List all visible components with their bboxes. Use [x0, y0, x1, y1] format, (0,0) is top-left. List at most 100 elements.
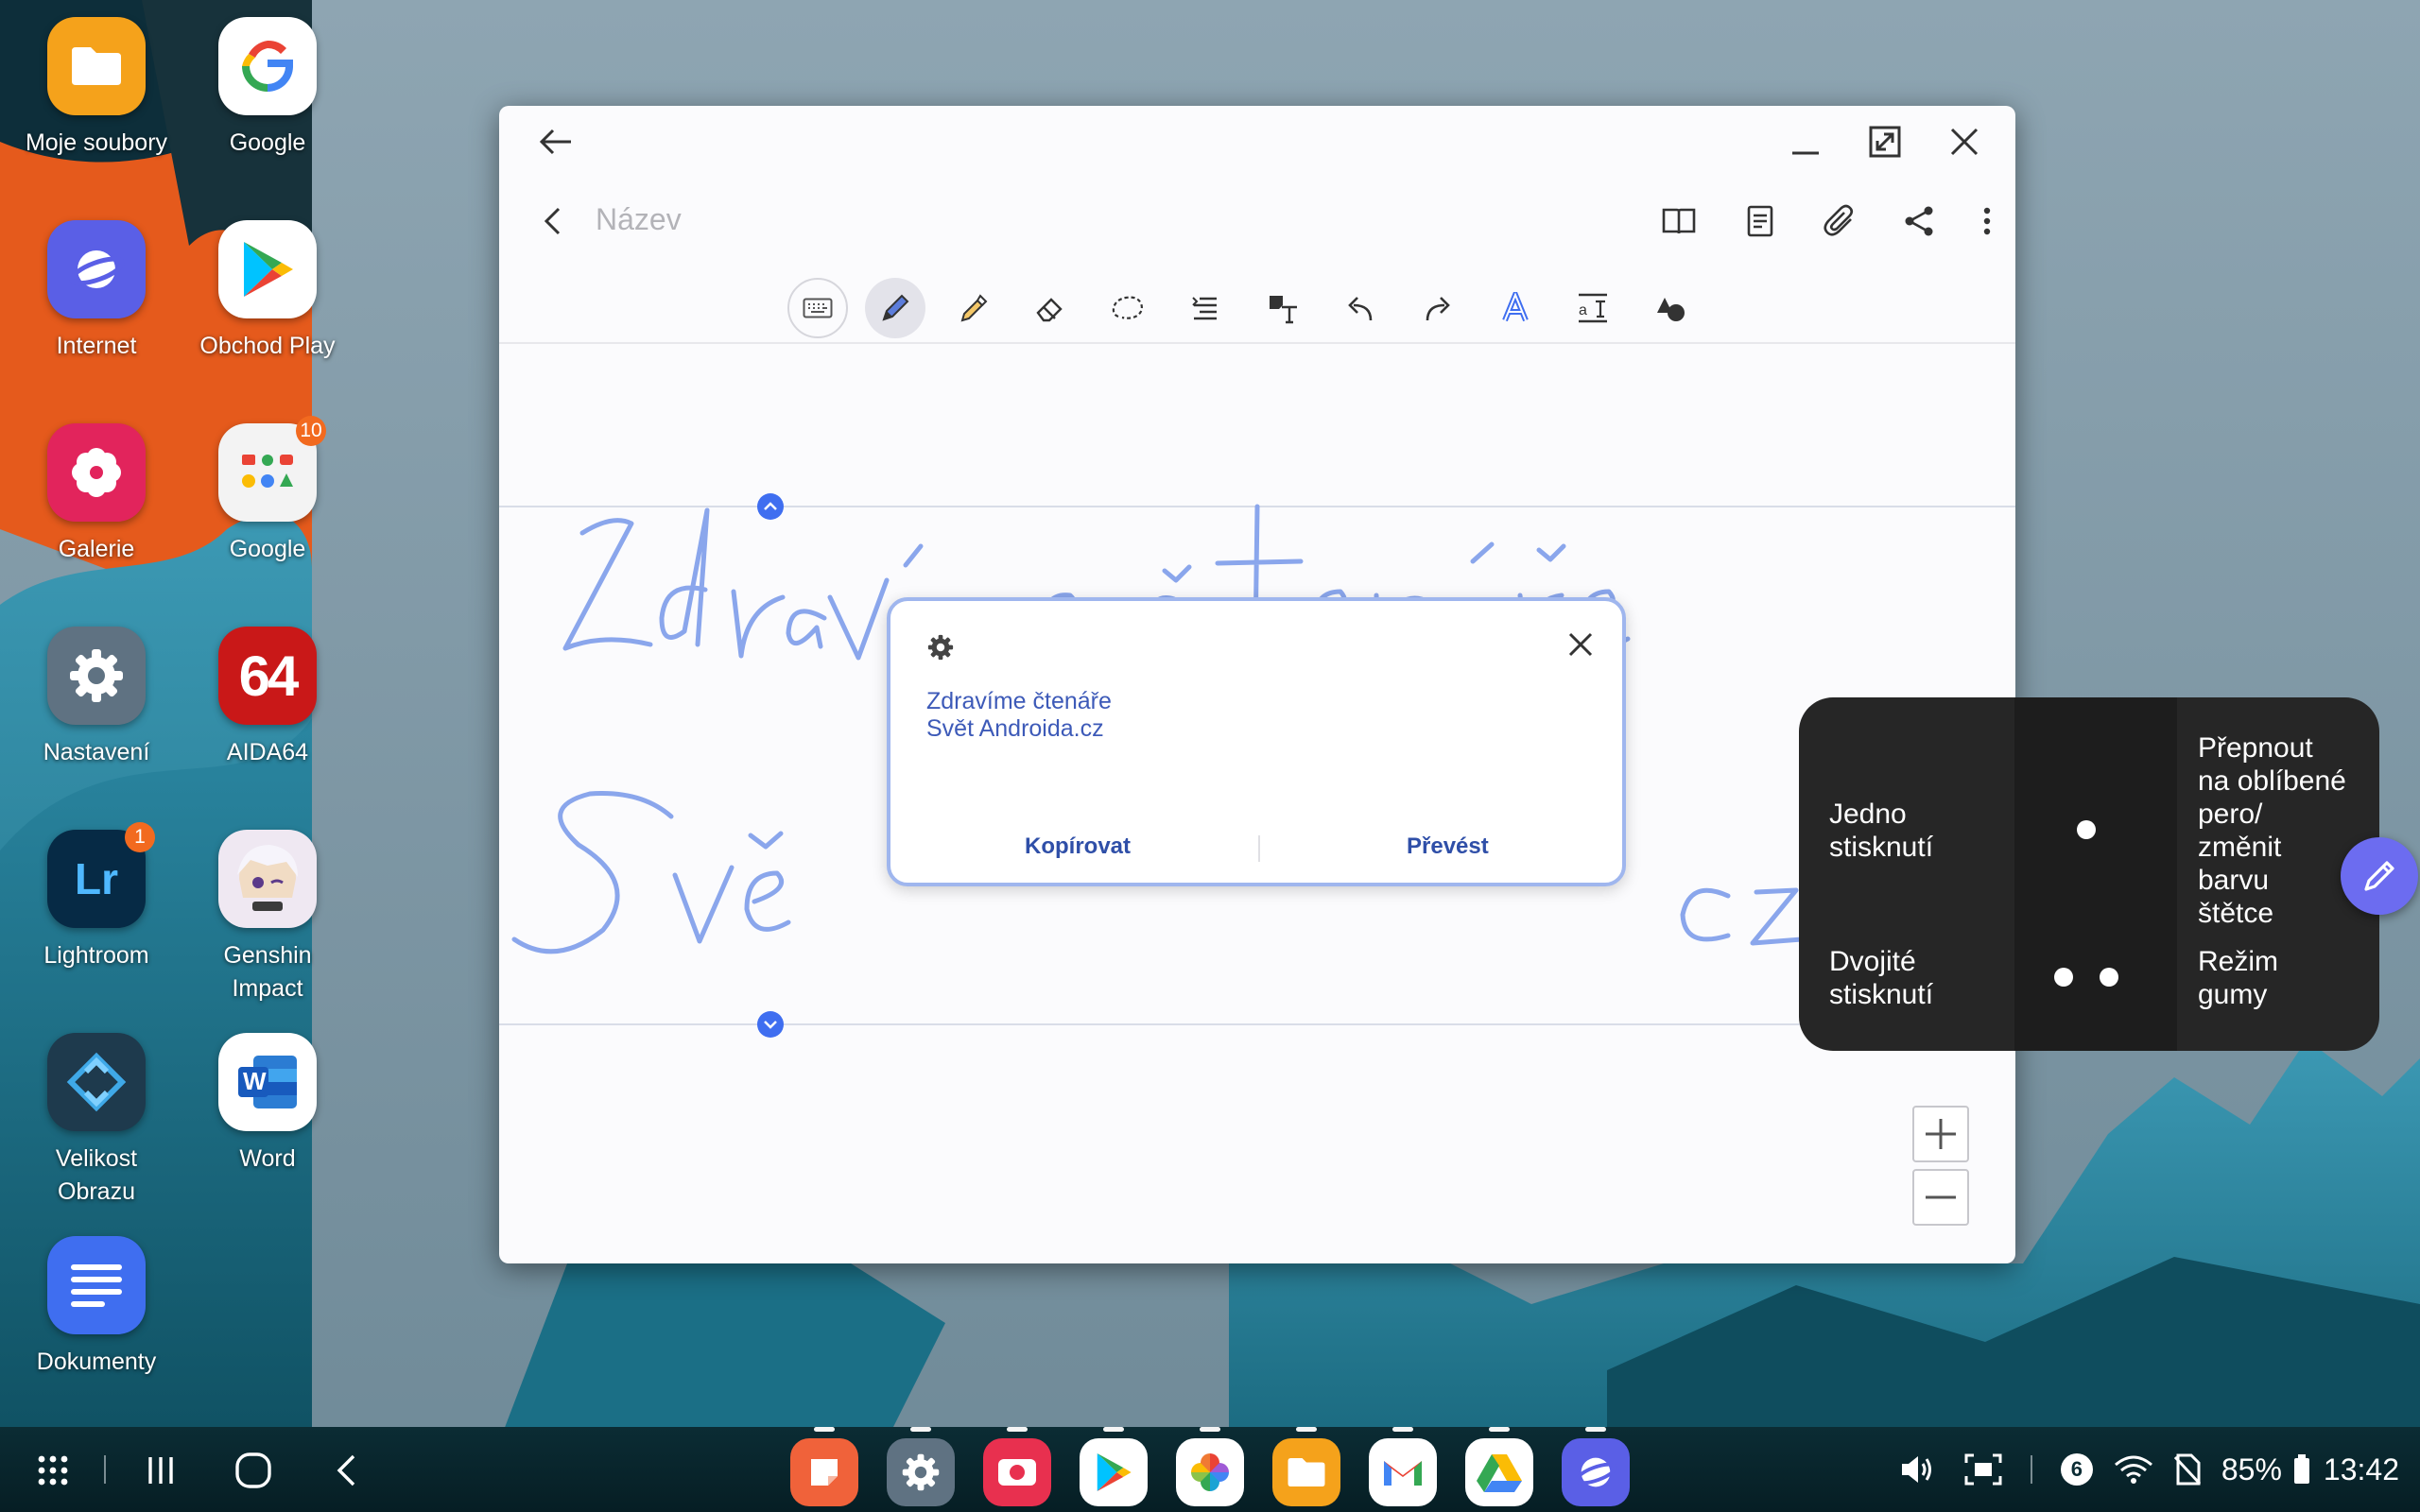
screenshot-button[interactable]	[1964, 1453, 2002, 1486]
lasso-icon	[1112, 296, 1143, 319]
app-label: Google	[229, 129, 306, 156]
play-store-icon	[218, 220, 317, 318]
eraser-tool-button[interactable]	[1020, 278, 1080, 338]
undo-button[interactable]	[1330, 278, 1391, 338]
chevron-left-icon	[544, 207, 561, 235]
no-sim-icon	[2173, 1453, 2201, 1486]
running-indicator	[814, 1427, 835, 1432]
recents-icon	[148, 1457, 173, 1484]
highlighter-tool-button[interactable]	[942, 278, 1003, 338]
lightroom-glyph: Lr	[75, 854, 118, 903]
app-gallery[interactable]: Galerie	[11, 423, 182, 566]
app-internet[interactable]: Internet	[11, 220, 182, 363]
note-back-button[interactable]	[526, 195, 579, 248]
paperclip-icon	[1824, 204, 1854, 236]
dock-app-settings[interactable]	[887, 1438, 955, 1506]
note-title-field[interactable]: Název	[596, 200, 682, 238]
copy-button[interactable]: Kopírovat	[1025, 833, 1131, 860]
close-window-button[interactable]	[1938, 115, 1991, 168]
word-icon: W	[218, 1033, 317, 1131]
running-indicator	[1585, 1427, 1606, 1432]
page-template-button[interactable]	[1734, 195, 1787, 248]
drawing-toolbar: a	[499, 266, 2015, 344]
minimize-button[interactable]	[1779, 115, 1832, 168]
zoom-in-button[interactable]	[1912, 1106, 1969, 1162]
app-documents[interactable]: Dokumenty	[11, 1236, 182, 1379]
recognized-text[interactable]: Zdravíme čtenáře Svět Androida.cz	[926, 688, 1112, 743]
text-align-tool-button[interactable]	[1175, 278, 1236, 338]
selection-bottom-handle[interactable]	[757, 1011, 784, 1038]
app-word[interactable]: W Word	[182, 1033, 353, 1176]
recents-button[interactable]	[132, 1442, 189, 1499]
dock-app-google-photos[interactable]	[1176, 1438, 1244, 1506]
app-lightroom[interactable]: Lr 1 Lightroom	[11, 822, 182, 972]
home-button[interactable]	[225, 1442, 282, 1499]
redo-button[interactable]	[1408, 278, 1468, 338]
folder-icon	[1288, 1458, 1325, 1486]
recognized-line: Zdravíme čtenáře	[926, 688, 1112, 714]
arrow-left-icon	[539, 129, 571, 155]
app-drawer-button[interactable]	[25, 1442, 81, 1499]
dock-app-screen-recorder[interactable]	[983, 1438, 1051, 1506]
app-play-store[interactable]: Obchod Play	[182, 220, 353, 363]
google-drive-icon	[1477, 1454, 1522, 1492]
selection-top-handle[interactable]	[757, 493, 784, 520]
shapes-button[interactable]	[1640, 278, 1701, 338]
status-area: 6 85% 13:42	[1879, 1427, 2399, 1512]
google-icon	[218, 17, 317, 115]
handwriting-to-text-button[interactable]	[1253, 278, 1313, 338]
keyboard-mode-button[interactable]	[787, 278, 848, 338]
pen-tool-button[interactable]	[865, 278, 925, 338]
app-google-folder[interactable]: 10 Google	[182, 416, 353, 566]
dock-app-google-drive[interactable]	[1465, 1438, 1533, 1506]
text-format-button[interactable]: a	[1563, 278, 1623, 338]
notification-badge: 10	[296, 416, 326, 446]
settings-gear-icon	[902, 1453, 940, 1491]
settings-button[interactable]	[926, 633, 955, 666]
air-command-button[interactable]	[2341, 837, 2418, 915]
more-options-button[interactable]	[1961, 195, 2014, 248]
close-icon	[1568, 632, 1593, 657]
attach-button[interactable]	[1813, 195, 1866, 248]
handwriting-to-text-icon	[1270, 296, 1297, 324]
minus-icon	[1926, 1195, 1956, 1199]
app-google[interactable]: Google	[182, 17, 353, 160]
recognized-line: Svět Androida.cz	[926, 715, 1104, 742]
convert-button[interactable]: Převést	[1407, 833, 1489, 860]
running-indicator	[1392, 1427, 1413, 1432]
dock-app-internet[interactable]	[1562, 1438, 1630, 1506]
volume-button[interactable]	[1900, 1453, 1936, 1486]
running-indicator	[1489, 1427, 1510, 1432]
notification-count-badge[interactable]: 6	[2060, 1453, 2093, 1486]
app-label: Galerie	[58, 536, 135, 562]
grid-icon	[38, 1455, 68, 1486]
app-label: Word	[239, 1145, 296, 1172]
close-popup-button[interactable]	[1567, 631, 1594, 662]
maximize-button[interactable]	[1858, 115, 1911, 168]
dock-app-play-store[interactable]	[1080, 1438, 1148, 1506]
running-indicator	[1103, 1427, 1124, 1432]
lasso-tool-button[interactable]	[1098, 278, 1158, 338]
window-back-button[interactable]	[529, 115, 582, 168]
app-image-size[interactable]: Velikost Obrazu	[11, 1033, 182, 1209]
app-my-files[interactable]: Moje soubory	[11, 17, 182, 160]
app-aida64[interactable]: 64 AIDA64	[182, 627, 353, 769]
button-divider	[1258, 835, 1260, 862]
aida64-icon: 64	[218, 627, 317, 725]
app-genshin-impact[interactable]: Genshin Impact	[182, 830, 353, 1005]
maximize-icon	[1869, 126, 1901, 158]
zoom-out-button[interactable]	[1912, 1169, 1969, 1226]
dock-app-samsung-notes[interactable]	[790, 1438, 858, 1506]
screen-capture-icon	[1964, 1453, 2002, 1486]
text-style-button[interactable]	[1485, 278, 1546, 338]
back-button[interactable]	[318, 1442, 374, 1499]
share-button[interactable]	[1893, 195, 1945, 248]
word-glyph: W	[243, 1067, 267, 1095]
dock-app-gmail[interactable]	[1369, 1438, 1437, 1506]
book-view-button[interactable]	[1652, 195, 1705, 248]
dock-app-my-files[interactable]	[1272, 1438, 1340, 1506]
app-settings[interactable]: Nastavení	[11, 627, 182, 769]
google-photos-icon	[1191, 1453, 1229, 1491]
clock[interactable]: 13:42	[2324, 1452, 2399, 1487]
single-press-action: Přepnout na oblíbené pero/ změnit barvu …	[2198, 732, 2346, 929]
